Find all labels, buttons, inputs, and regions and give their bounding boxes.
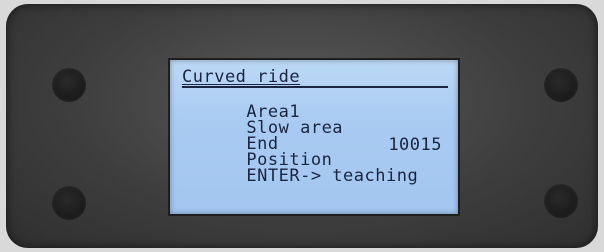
lcd-screen: Curved ride Area1 Slow area End Position… (168, 58, 460, 216)
menu-item-enter-teaching[interactable]: ENTER-> teaching (182, 154, 450, 185)
position-value: 10015 (388, 135, 442, 155)
menu-item-label: ENTER-> teaching (246, 166, 419, 186)
menu-item-slow-area[interactable]: Slow area (182, 106, 450, 137)
mounting-screw-bottom-left (52, 186, 86, 220)
mounting-screw-top-right (544, 68, 578, 102)
menu-item-position[interactable]: Position 10015 (182, 135, 450, 169)
menu-title-text: Curved ride (182, 67, 301, 87)
menu-title: Curved ride (182, 67, 448, 88)
menu-list: Area1 Slow area End Position 10015 ENTER… (182, 90, 450, 185)
menu-item-area1[interactable]: Area1 (182, 90, 450, 121)
mounting-screw-bottom-right (544, 184, 578, 218)
mounting-screw-top-left (52, 68, 86, 102)
